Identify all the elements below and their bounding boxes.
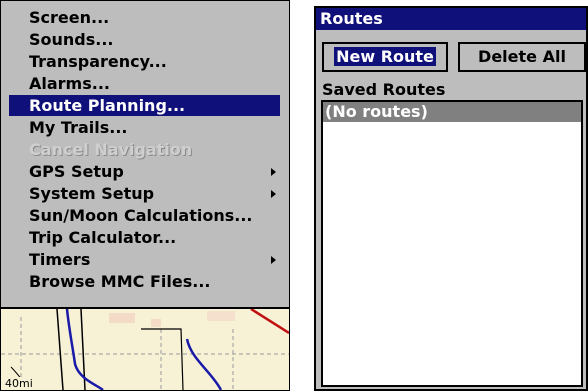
- menu-item-screen[interactable]: Screen...: [9, 7, 280, 28]
- main-menu-screen: Screen... Sounds... Transparency... Alar…: [0, 0, 290, 391]
- saved-routes-list[interactable]: (No routes): [321, 100, 583, 387]
- routes-dialog: Routes New Route Delete All Saved Routes…: [314, 6, 588, 391]
- submenu-arrow-icon: [271, 256, 276, 264]
- menu-item-gps-setup[interactable]: GPS Setup: [9, 161, 280, 182]
- new-route-button-label: New Route: [334, 47, 436, 66]
- map-view[interactable]: 40mi: [1, 307, 289, 390]
- routes-dialog-title: Routes: [316, 8, 586, 30]
- delete-all-button[interactable]: Delete All: [458, 42, 586, 72]
- menu-item-trip-calculator[interactable]: Trip Calculator...: [9, 227, 280, 248]
- menu-item-route-planning[interactable]: Route Planning...: [9, 95, 280, 116]
- menu-item-system-setup[interactable]: System Setup: [9, 183, 280, 204]
- submenu-arrow-icon: [271, 168, 276, 176]
- list-item[interactable]: (No routes): [323, 102, 581, 122]
- main-menu: Screen... Sounds... Transparency... Alar…: [1, 1, 289, 309]
- new-route-button[interactable]: New Route: [322, 42, 448, 72]
- submenu-arrow-icon: [271, 190, 276, 198]
- menu-item-timers[interactable]: Timers: [9, 249, 280, 270]
- map-scale-label: 40mi: [4, 377, 34, 390]
- menu-item-alarms[interactable]: Alarms...: [9, 73, 280, 94]
- menu-item-browse-mmc-files[interactable]: Browse MMC Files...: [9, 271, 280, 292]
- map-graphic: [1, 307, 289, 390]
- saved-routes-label: Saved Routes: [322, 80, 446, 99]
- menu-item-transparency[interactable]: Transparency...: [9, 51, 280, 72]
- delete-all-button-label: Delete All: [478, 47, 566, 66]
- menu-item-my-trails[interactable]: My Trails...: [9, 117, 280, 138]
- menu-item-sounds[interactable]: Sounds...: [9, 29, 280, 50]
- menu-item-sun-moon-calculations[interactable]: Sun/Moon Calculations...: [9, 205, 280, 226]
- menu-item-cancel-navigation: Cancel Navigation: [29, 140, 193, 159]
